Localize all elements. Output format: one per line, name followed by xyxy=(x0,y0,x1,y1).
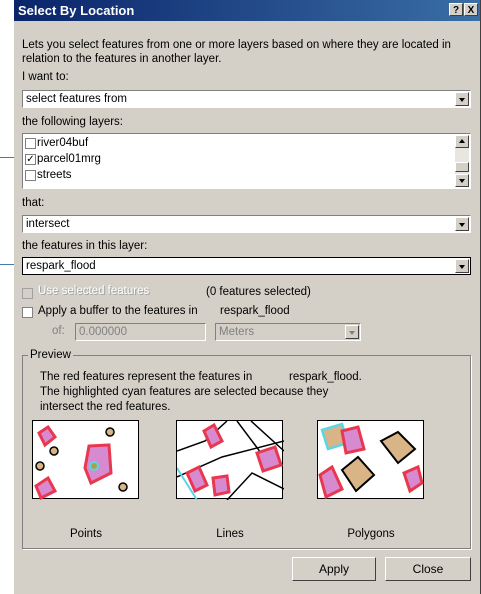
source-layer-label: the features in this layer: xyxy=(22,240,148,252)
points-preview-drawing xyxy=(34,424,128,500)
chevron-down-icon xyxy=(459,98,465,102)
lines-preview-image xyxy=(176,420,284,500)
source-layer-dropdown-arrow[interactable] xyxy=(455,259,469,273)
layer-name: parcel01mrg xyxy=(37,153,101,165)
buffer-units-value: Meters xyxy=(219,326,255,338)
relation-label: that: xyxy=(22,197,45,209)
scroll-down-button[interactable] xyxy=(455,174,469,187)
buffer-distance-value: 0.000000 xyxy=(79,326,127,338)
preview-description-layer: respark_flood. xyxy=(289,371,362,383)
polygons-preview-drawing xyxy=(318,422,424,500)
arrow-down-icon xyxy=(459,179,465,183)
close-button[interactable]: Close xyxy=(385,557,471,581)
points-preview-image xyxy=(32,420,139,500)
close-window-button[interactable]: X xyxy=(464,3,478,16)
source-layer-value: respark_flood xyxy=(26,260,96,272)
preview-group-label: Preview xyxy=(28,349,73,361)
lines-caption: Lines xyxy=(216,528,244,540)
title-bar[interactable]: Select By Location ? X xyxy=(14,0,480,21)
use-selected-checkbox[interactable] xyxy=(22,288,33,299)
preview-description-line1: The red features represent the features … xyxy=(40,371,253,383)
preview-description-line2: The highlighted cyan features are select… xyxy=(40,386,329,398)
scroll-thumb[interactable] xyxy=(455,162,469,172)
buffer-distance-input[interactable]: 0.000000 xyxy=(75,323,206,341)
chevron-down-icon xyxy=(459,223,465,227)
buffer-of-label: of: xyxy=(52,325,65,337)
use-selected-label: Use selected features xyxy=(38,285,150,297)
arrow-up-icon xyxy=(459,139,465,143)
chevron-down-icon xyxy=(459,265,465,269)
layers-scrollbar[interactable] xyxy=(455,135,469,187)
help-button[interactable]: ? xyxy=(449,3,463,16)
selected-count-text: (0 features selected) xyxy=(206,286,311,298)
relation-dropdown[interactable]: intersect xyxy=(22,215,471,233)
buffer-layer-name: respark_flood xyxy=(220,305,290,317)
chevron-down-icon xyxy=(349,331,355,335)
scroll-up-button[interactable] xyxy=(455,135,469,148)
buffer-units-dropdown[interactable]: Meters xyxy=(215,323,361,341)
polygons-preview-image xyxy=(317,420,424,500)
select-by-location-dialog: Select By Location ? X Lets you select f… xyxy=(14,0,481,594)
layer-checkbox-streets[interactable] xyxy=(25,170,36,181)
checkmark-icon: ✓ xyxy=(26,154,35,165)
buffer-units-arrow[interactable] xyxy=(345,325,359,339)
apply-buffer-label: Apply a buffer to the features in xyxy=(38,305,198,317)
layer-checkbox-river04buf[interactable] xyxy=(25,138,36,149)
intro-text: Lets you select features from one or mor… xyxy=(22,39,451,65)
layer-checkbox-parcel01mrg[interactable]: ✓ xyxy=(25,154,36,165)
window-title: Select By Location xyxy=(18,3,135,18)
method-dropdown[interactable]: select features from xyxy=(22,90,471,108)
layer-name: river04buf xyxy=(37,137,89,149)
apply-button[interactable]: Apply xyxy=(292,557,376,581)
method-label: I want to: xyxy=(22,71,69,83)
apply-buffer-checkbox[interactable] xyxy=(22,307,33,318)
relation-dropdown-arrow[interactable] xyxy=(455,217,469,231)
lines-preview-drawing xyxy=(177,421,284,500)
target-layers-list[interactable]: river04buf ✓ parcel01mrg streets xyxy=(22,133,471,189)
method-value: select features from xyxy=(26,93,127,105)
preview-description-line3: intersect the red features. xyxy=(40,401,171,413)
polygons-caption: Polygons xyxy=(347,528,395,540)
points-caption: Points xyxy=(70,528,102,540)
layer-name: streets xyxy=(37,169,72,181)
method-dropdown-arrow[interactable] xyxy=(455,92,469,106)
relation-value: intersect xyxy=(26,218,70,230)
source-layer-dropdown[interactable]: respark_flood xyxy=(22,257,471,275)
target-layers-label: the following layers: xyxy=(22,116,123,128)
